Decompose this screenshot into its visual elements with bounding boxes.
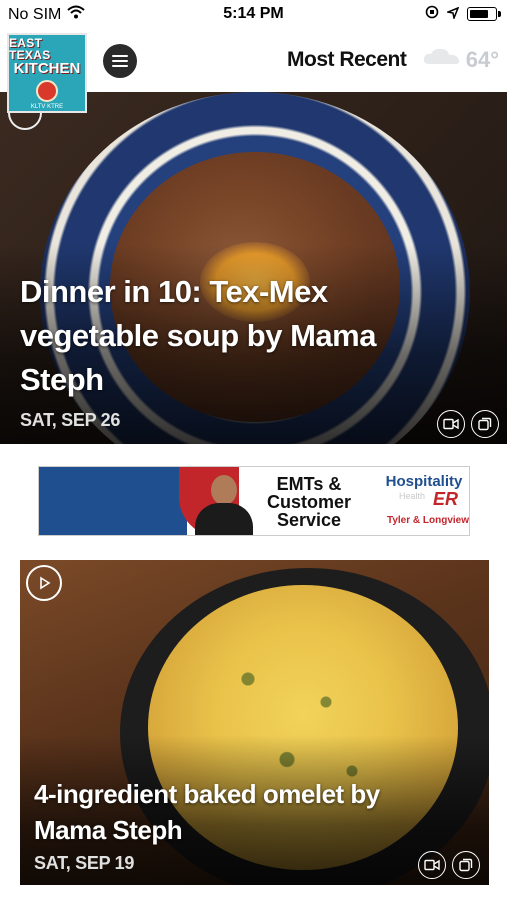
article-title[interactable]: Dinner in 10: Tex-Mex vegetable soup by … xyxy=(20,270,440,402)
ad-headline: EMTs & Customer Service xyxy=(266,474,351,530)
weather-widget[interactable]: 64° xyxy=(421,46,499,73)
ad-blue-panel xyxy=(39,467,187,535)
section-title: Most Recent xyxy=(287,48,407,71)
logo-line1: EAST TEXAS xyxy=(9,35,51,62)
video-icon[interactable] xyxy=(418,851,446,879)
menu-button[interactable] xyxy=(103,44,137,78)
rotation-lock-icon xyxy=(425,5,439,22)
ad-brand-sub: Health xyxy=(399,491,426,501)
gallery-icon[interactable] xyxy=(471,410,499,438)
ad-brand-location: Tyler & Longview xyxy=(386,515,470,526)
east-texas-kitchen-logo[interactable]: EAST TEXAS KITCHEN KLTV KTRE xyxy=(7,33,87,113)
location-arrow-icon xyxy=(445,6,460,22)
article-card[interactable]: 4-ingredient baked omelet by Mama Steph … xyxy=(20,560,489,885)
gallery-icon[interactable] xyxy=(452,851,480,879)
article-title[interactable]: 4-ingredient baked omelet by Mama Steph xyxy=(34,776,434,848)
video-icon[interactable] xyxy=(437,410,465,438)
cloud-icon xyxy=(421,46,463,73)
app-header: EAST TEXAS KITCHEN KLTV KTRE Most Recent… xyxy=(0,30,507,113)
hamburger-icon xyxy=(112,55,128,67)
status-bar: No SIM 5:14 PM xyxy=(0,0,507,30)
plate-icon xyxy=(36,79,58,102)
battery-icon xyxy=(467,6,501,21)
status-right xyxy=(425,5,501,22)
play-icon[interactable] xyxy=(26,565,62,601)
article-date: SAT, SEP 19 xyxy=(34,853,135,873)
ad-brand-er: ER xyxy=(433,489,459,509)
ad-brand: Hospitality xyxy=(385,473,463,490)
article-date: SAT, SEP 26 xyxy=(20,410,121,430)
logo-line2: KITCHEN xyxy=(13,59,81,77)
ad-banner[interactable]: EMTs & Customer Service Hospitality Heal… xyxy=(38,466,470,536)
logo-calls: KLTV KTRE xyxy=(30,103,64,110)
weather-temp: 64° xyxy=(465,46,499,72)
article-card-hero[interactable]: Dinner in 10: Tex-Mex vegetable soup by … xyxy=(0,92,507,444)
